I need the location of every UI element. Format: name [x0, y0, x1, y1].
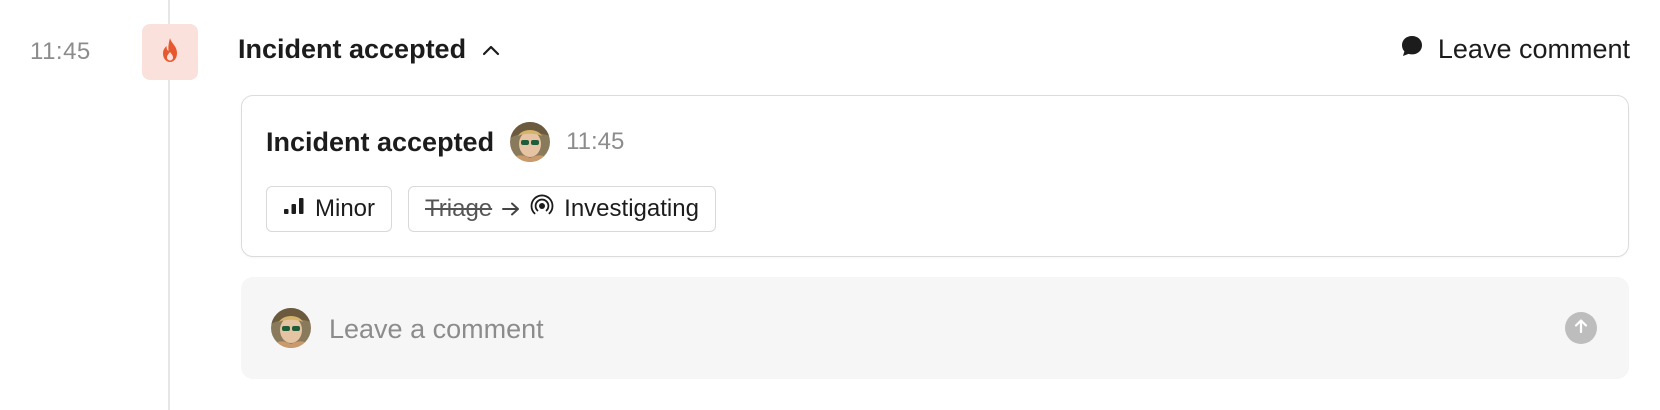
investigating-status-icon: [530, 194, 554, 225]
event-time: 11:45: [30, 38, 91, 65]
send-comment-button[interactable]: [1565, 312, 1597, 344]
card-time: 11:45: [566, 128, 625, 155]
severity-pill[interactable]: Minor: [266, 186, 393, 232]
status-change-pill[interactable]: Triage Investigating: [408, 186, 716, 232]
chevron-up-icon[interactable]: [482, 44, 500, 56]
card-attributes: Minor Triage Investigating: [266, 186, 716, 232]
avatar: [271, 308, 311, 348]
arrow-up-icon: [1573, 318, 1589, 339]
comment-bubble-icon: [1400, 34, 1424, 65]
flame-icon: [159, 37, 181, 68]
event-title: Incident accepted: [238, 34, 467, 64]
status-to: Investigating: [564, 195, 699, 222]
severity-label: Minor: [315, 195, 376, 222]
severity-bars-icon: [283, 195, 305, 223]
event-detail-card: Incident accepted 11:45 Minor Triage Inv…: [241, 95, 1629, 257]
card-header: Incident accepted 11:45: [266, 122, 624, 162]
comment-input[interactable]: [327, 305, 1481, 353]
avatar: [510, 122, 551, 162]
leave-comment-button[interactable]: Leave comment: [1400, 34, 1630, 65]
event-icon-badge: [142, 24, 198, 80]
status-from: Triage: [425, 195, 493, 222]
leave-comment-label: Leave comment: [1437, 34, 1630, 64]
comment-composer: [241, 277, 1629, 379]
card-title: Incident accepted: [266, 126, 495, 157]
arrow-right-icon: [502, 196, 520, 222]
event-header: Incident accepted: [238, 34, 500, 65]
